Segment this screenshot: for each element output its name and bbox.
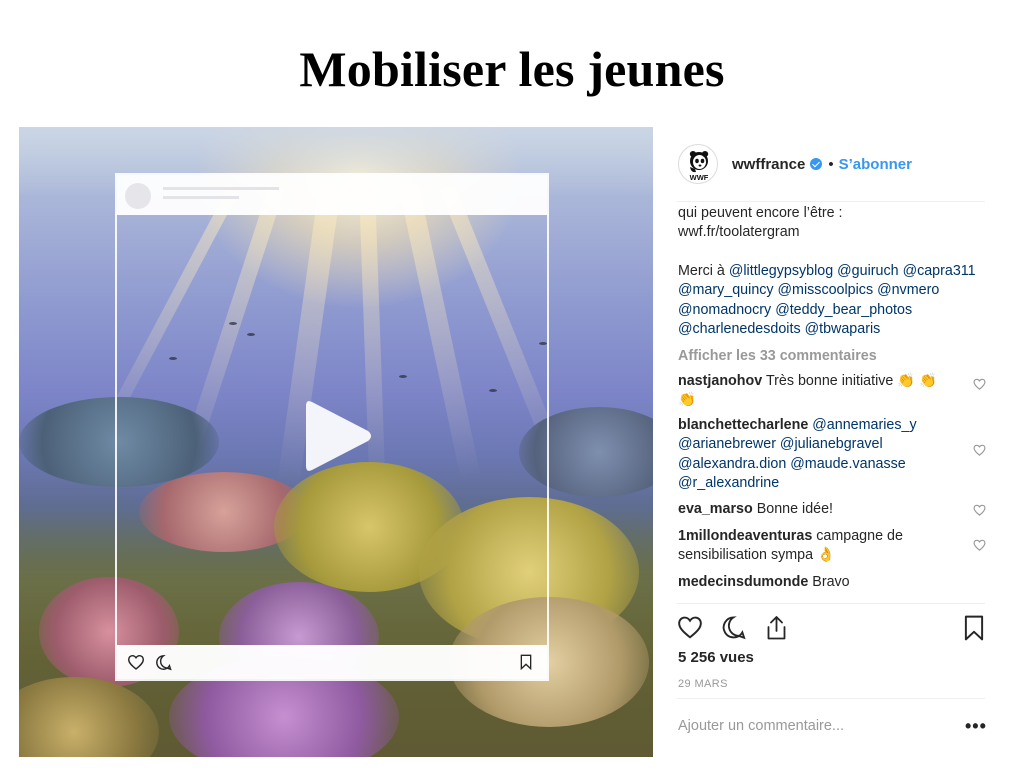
- subtitle-placeholder: [163, 196, 239, 199]
- comment-item: blanchettecharlene @annemaries_y @ariane…: [678, 416, 988, 494]
- more-options-icon[interactable]: •••: [965, 716, 987, 737]
- heart-icon[interactable]: [973, 444, 986, 456]
- account-username[interactable]: wwffrance: [732, 156, 805, 173]
- comment-username[interactable]: blanchettecharlene: [678, 417, 808, 433]
- mention-link[interactable]: @tbwaparis: [805, 321, 881, 337]
- mention-link[interactable]: @misscoolpics: [778, 282, 874, 298]
- mention-link[interactable]: @guiruch: [837, 263, 898, 279]
- caption-and-comments: qui peuvent encore l’être : wwf.fr/toola…: [678, 204, 988, 600]
- header-divider: [677, 201, 985, 202]
- username-placeholder: [163, 187, 279, 190]
- dot-separator: •: [828, 155, 834, 173]
- comment-icon[interactable]: [721, 615, 746, 640]
- thanks-paragraph: Merci à @littlegypsyblog @guiruch @capra…: [678, 262, 988, 340]
- comment-username[interactable]: eva_marso: [678, 501, 753, 517]
- post-actions: [677, 615, 987, 645]
- share-icon[interactable]: [764, 615, 789, 641]
- comment-icon[interactable]: [155, 654, 172, 671]
- comment-item: nastjanohov Très bonne initiative 👏 👏 👏: [678, 372, 988, 410]
- heart-icon[interactable]: [973, 539, 986, 551]
- post-header: WWF wwffrance • S’abonner: [678, 139, 912, 189]
- actions-divider: [677, 698, 985, 699]
- bookmark-icon[interactable]: [963, 615, 985, 641]
- post-date: 29 MARS: [678, 678, 728, 690]
- bookmark-icon[interactable]: [519, 654, 533, 670]
- mention-link[interactable]: @nomadnocry: [678, 302, 771, 318]
- avatar-placeholder: [125, 183, 151, 209]
- comment-username[interactable]: nastjanohov: [678, 373, 762, 389]
- caption-line: qui peuvent encore l’être :: [678, 205, 843, 221]
- comment-item: medecinsdumonde Bravo: [678, 573, 988, 592]
- video-media[interactable]: [19, 127, 653, 757]
- heart-icon[interactable]: [677, 615, 703, 639]
- comment-text: Bonne idée!: [756, 501, 834, 518]
- embedded-post-header: [117, 175, 547, 215]
- heart-icon[interactable]: [973, 504, 986, 517]
- comment-username[interactable]: medecinsdumonde: [678, 574, 808, 590]
- comment-item: 1millondeaventuras campagne de sensibili…: [678, 527, 988, 566]
- heart-icon[interactable]: [127, 654, 145, 670]
- view-all-comments-link[interactable]: Afficher les 33 commentaires: [678, 347, 988, 366]
- embedded-post-actions: [117, 645, 547, 679]
- mention-link[interactable]: @littlegypsyblog: [729, 263, 833, 279]
- verified-badge-icon: [810, 158, 823, 170]
- add-comment-input[interactable]: Ajouter un commentaire...: [678, 718, 844, 734]
- thanks-prefix: Merci à: [678, 262, 725, 279]
- post-sidebar: WWF wwffrance • S’abonner qui peuvent en…: [653, 127, 998, 757]
- view-count: 5 256 vues: [678, 649, 754, 666]
- comment-text: Bravo: [812, 573, 850, 590]
- caption-link[interactable]: wwf.fr/toolatergram: [678, 224, 800, 240]
- comment-username[interactable]: 1millondeaventuras: [678, 528, 812, 544]
- slide-title: Mobiliser les jeunes: [299, 41, 725, 97]
- comment-item: eva_marso Bonne idée!: [678, 500, 988, 519]
- mention-link[interactable]: @teddy_bear_photos: [775, 302, 912, 318]
- heart-icon[interactable]: [973, 378, 986, 390]
- mention-link[interactable]: @mary_quincy: [678, 282, 774, 298]
- comments-divider: [677, 603, 985, 604]
- mention-link[interactable]: @capra311: [903, 263, 976, 279]
- account-row: wwffrance • S’abonner: [732, 156, 912, 173]
- logo-wordmark: WWF: [689, 173, 709, 182]
- panda-logo-icon[interactable]: WWF: [678, 144, 718, 184]
- mention-link[interactable]: @nvmero: [877, 282, 939, 298]
- play-icon[interactable]: [302, 398, 374, 474]
- mention-link[interactable]: @charlenedesdoits: [678, 321, 801, 337]
- follow-button[interactable]: S’abonner: [839, 156, 912, 173]
